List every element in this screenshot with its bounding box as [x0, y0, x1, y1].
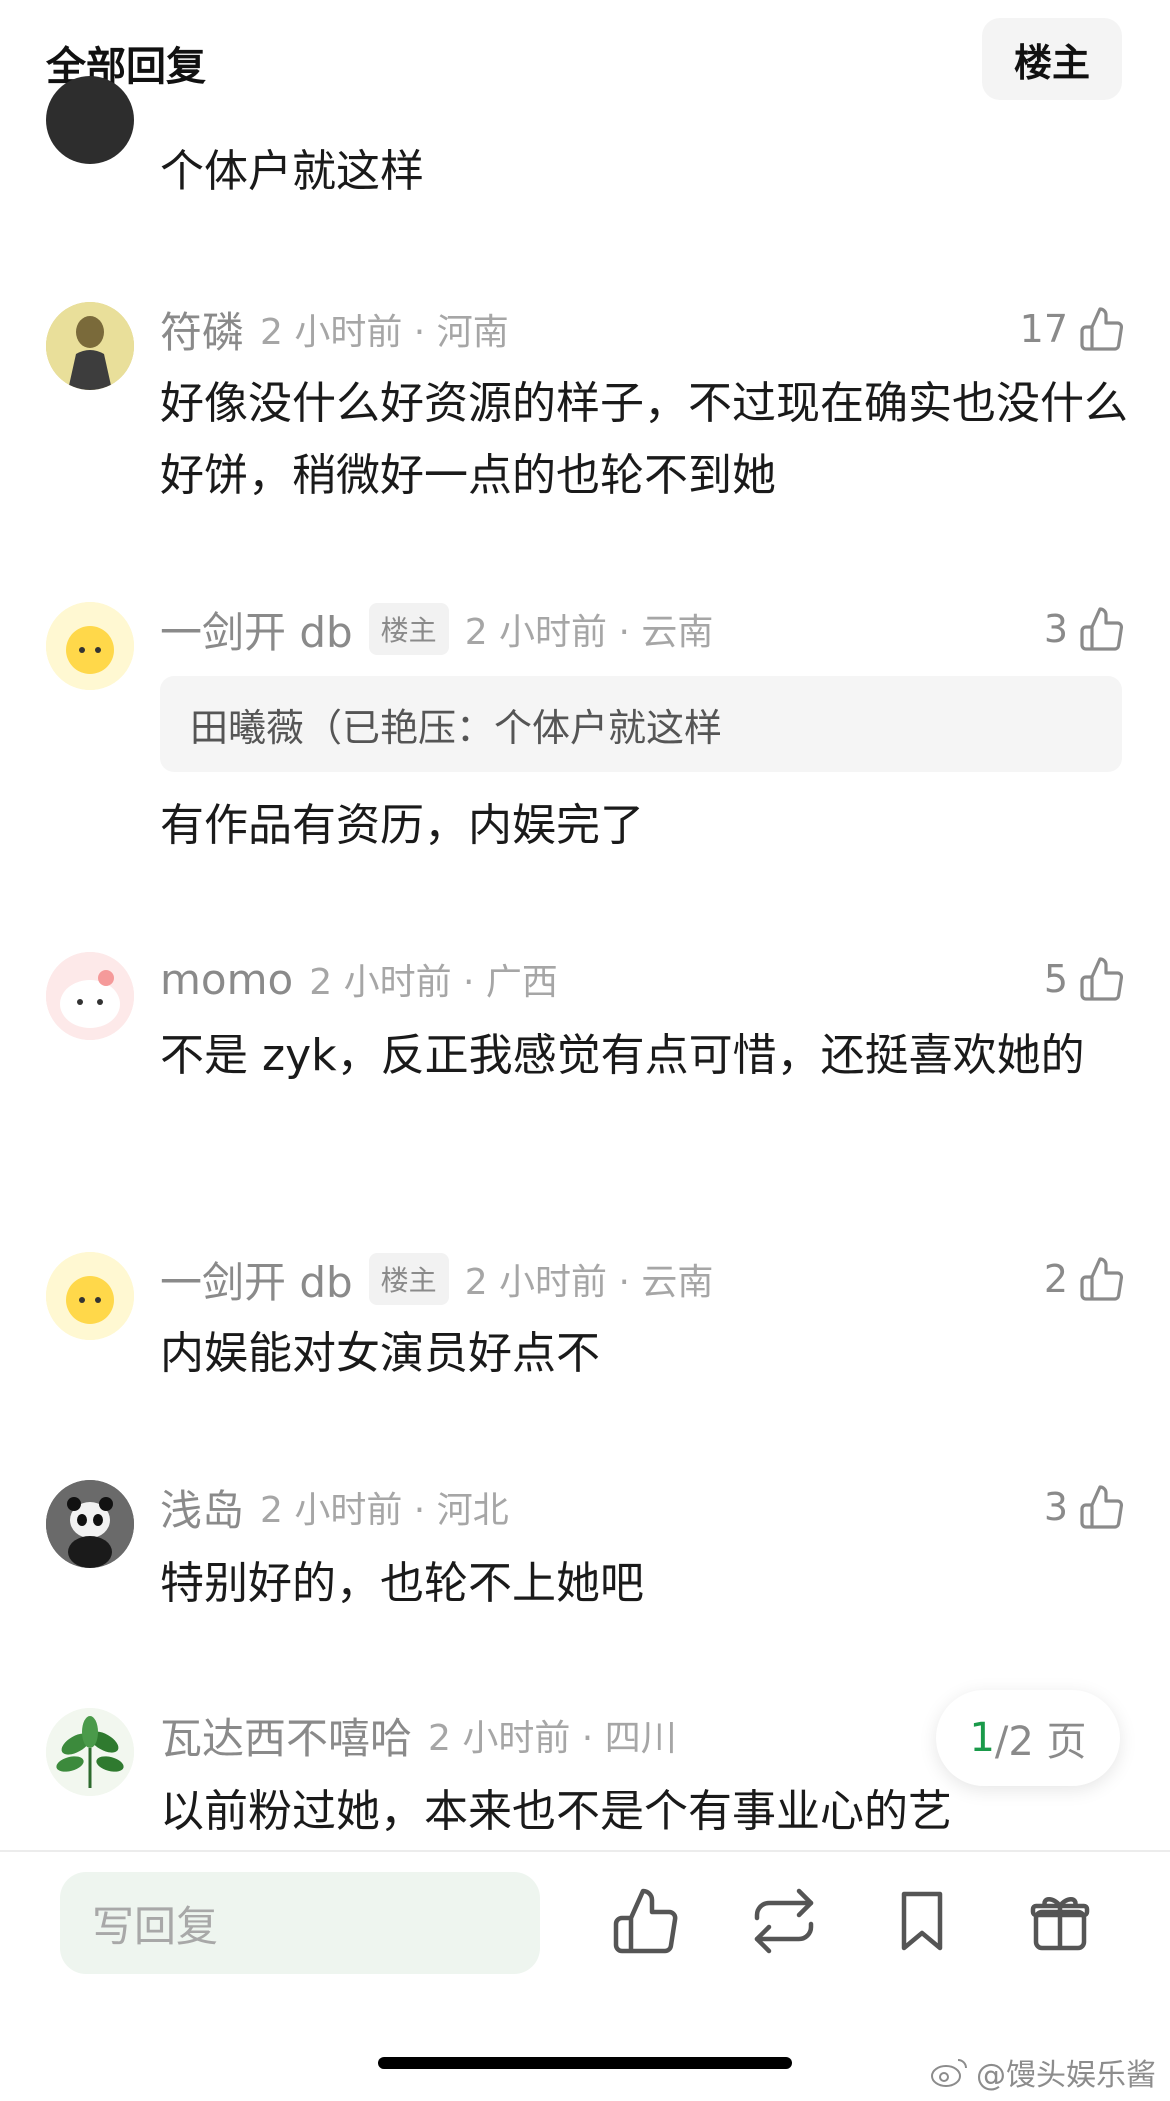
thumbs-up-icon — [1080, 1485, 1124, 1529]
comment-meta: 浅岛 2 小时前 · 河北 — [160, 1480, 509, 1535]
username[interactable]: 符磷 — [160, 299, 244, 360]
avatar-image — [46, 1708, 134, 1796]
avatar[interactable] — [46, 302, 134, 390]
like-button[interactable]: 3 — [1044, 1480, 1126, 1534]
bookmark-icon[interactable] — [886, 1885, 958, 1957]
like-count: 17 — [1019, 307, 1068, 351]
quoted-reply[interactable]: 田曦薇（已艳压：个体户就这样 — [160, 676, 1122, 772]
avatar[interactable] — [46, 1708, 134, 1796]
weibo-logo-icon — [931, 2059, 967, 2087]
thumbs-up-icon — [1080, 957, 1124, 1001]
timestamp-location: 2 小时前 · 广西 — [309, 962, 558, 1003]
username[interactable]: 瓦达西不嘻哈 — [160, 1705, 412, 1766]
avatar-image — [46, 1252, 134, 1340]
op-badge: 楼主 — [368, 603, 449, 655]
watermark-text: @馒头娱乐酱 — [976, 2058, 1156, 2093]
like-count: 3 — [1043, 607, 1068, 651]
watermark: @馒头娱乐酱 — [930, 2050, 1156, 2094]
avatar-image — [46, 302, 134, 390]
username[interactable]: 一剑开 db — [160, 1249, 353, 1310]
op-filter-button[interactable]: 楼主 — [982, 18, 1122, 100]
like-count: 2 — [1043, 1257, 1068, 1301]
comment-meta: 一剑开 db 楼主 2 小时前 · 云南 — [160, 1252, 714, 1307]
op-badge: 楼主 — [368, 1253, 449, 1305]
avatar[interactable] — [46, 1252, 134, 1340]
like-button[interactable]: 2 — [1044, 1252, 1126, 1306]
comment-meta: 瓦达西不嘻哈 2 小时前 · 四川 — [160, 1708, 677, 1763]
comment-text: 特别好的，也轮不上她吧 — [160, 1558, 644, 1609]
comment-text: 好像没什么好资源的样子，不过现在确实也没什么好饼，稍微好一点的也轮不到她 — [160, 378, 1128, 501]
thumbs-up-icon — [1080, 307, 1124, 351]
comment-meta: 符磷 2 小时前 · 河南 — [160, 302, 509, 357]
comment-text: 不是 zyk，反正我感觉有点可惜，还挺喜欢她的 — [160, 1030, 1085, 1081]
comment-meta: momo 2 小时前 · 广西 — [160, 952, 558, 1006]
timestamp-location: 2 小时前 · 四川 — [428, 1718, 677, 1759]
like-count: 3 — [1043, 1485, 1068, 1529]
home-indicator — [378, 2057, 792, 2069]
comment-text: 以前粉过她，本来也不是个有事业心的艺 — [160, 1786, 952, 1837]
avatar-image — [46, 1480, 134, 1568]
username[interactable]: momo — [160, 955, 293, 1004]
total-pages: /2 页 — [994, 1719, 1087, 1765]
username[interactable]: 一剑开 db — [160, 599, 353, 660]
like-button[interactable]: 5 — [1044, 952, 1126, 1006]
comment-text: 有作品有资历，内娱完了 — [160, 800, 644, 851]
timestamp-location: 2 小时前 · 河南 — [260, 312, 509, 353]
like-count: 5 — [1043, 957, 1068, 1001]
thumbs-up-icon — [1080, 1257, 1124, 1301]
comment-meta: 一剑开 db 楼主 2 小时前 · 云南 — [160, 602, 714, 657]
repost-icon[interactable] — [748, 1885, 820, 1957]
page-indicator[interactable]: 1 /2 页 — [936, 1690, 1120, 1786]
thumbs-up-icon — [1080, 607, 1124, 651]
comment-text: 个体户就这样 — [160, 146, 424, 197]
avatar[interactable] — [46, 602, 134, 690]
avatar-image — [46, 952, 134, 1040]
like-button[interactable]: 3 — [1044, 602, 1126, 656]
comment-text: 内娱能对女演员好点不 — [160, 1328, 600, 1379]
like-button[interactable]: 17 — [1020, 302, 1126, 356]
gift-icon[interactable] — [1024, 1885, 1096, 1957]
header: 全部回复 楼主 — [0, 0, 1170, 118]
username[interactable]: 浅岛 — [160, 1477, 244, 1538]
reply-input[interactable]: 写回复 — [60, 1872, 540, 1974]
thumbs-up-icon[interactable] — [610, 1885, 682, 1957]
current-page: 1 — [969, 1715, 995, 1761]
timestamp-location: 2 小时前 · 云南 — [464, 1262, 714, 1303]
timestamp-location: 2 小时前 · 河北 — [260, 1490, 509, 1531]
avatar[interactable] — [46, 952, 134, 1040]
avatar[interactable] — [46, 76, 134, 164]
avatar-image — [46, 602, 134, 690]
avatar[interactable] — [46, 1480, 134, 1568]
timestamp-location: 2 小时前 · 云南 — [464, 612, 714, 653]
